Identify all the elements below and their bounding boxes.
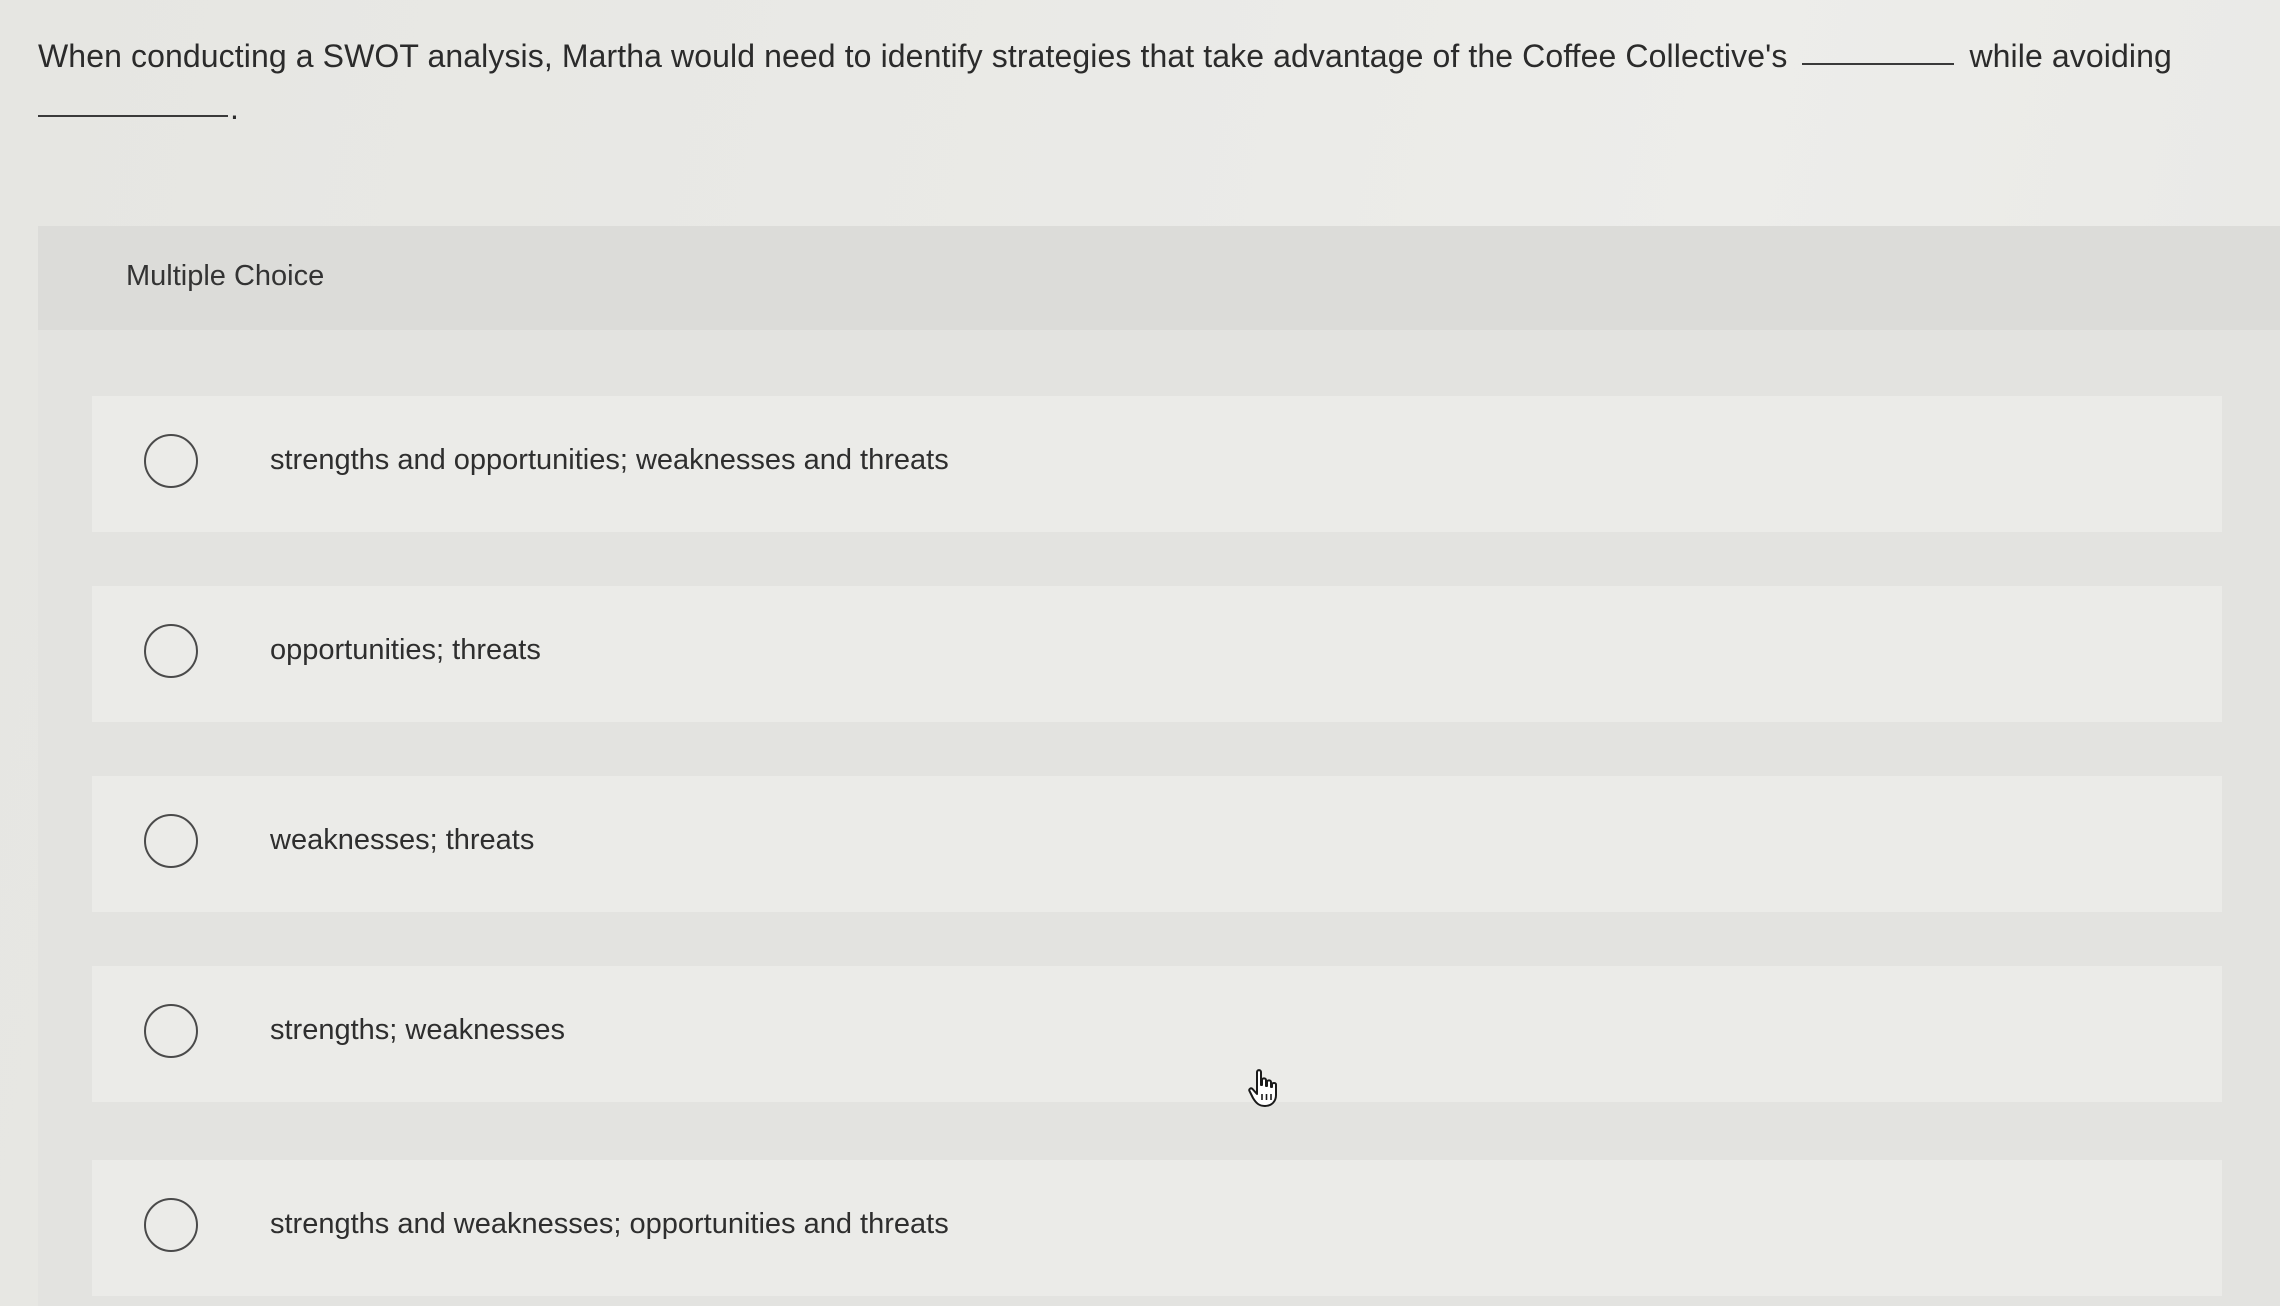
- multiple-choice-header: Multiple Choice: [38, 226, 2280, 330]
- answer-option-4[interactable]: strengths; weaknesses: [92, 966, 2222, 1102]
- multiple-choice-panel: Multiple Choice strengths and opportunit…: [38, 226, 2280, 1306]
- answer-blank-1: [1802, 62, 1955, 65]
- answer-option-1[interactable]: strengths and opportunities; weaknesses …: [92, 396, 2222, 532]
- answer-option-5[interactable]: strengths and weaknesses; opportunities …: [92, 1160, 2222, 1296]
- answer-option-label: opportunities; threats: [270, 634, 541, 666]
- answer-option-3[interactable]: weaknesses; threats: [92, 776, 2222, 912]
- radio-unselected-icon[interactable]: [144, 814, 198, 868]
- radio-unselected-icon[interactable]: [144, 624, 198, 678]
- hand-pointer-icon: [1248, 1069, 1277, 1107]
- question-part-1: When conducting a SWOT analysis, Martha …: [38, 38, 1788, 74]
- multiple-choice-title: Multiple Choice: [126, 260, 325, 292]
- radio-unselected-icon[interactable]: [144, 1198, 198, 1252]
- answer-option-label: strengths and opportunities; weaknesses …: [270, 444, 949, 476]
- question-text: When conducting a SWOT analysis, Martha …: [38, 30, 2238, 134]
- answer-option-label: strengths and weaknesses; opportunities …: [270, 1208, 949, 1240]
- answer-option-label: weaknesses; threats: [270, 824, 535, 856]
- radio-unselected-icon[interactable]: [144, 1004, 198, 1058]
- question-end-punctuation: .: [230, 90, 239, 126]
- question-part-2: while avoiding: [1969, 38, 2172, 74]
- radio-unselected-icon[interactable]: [144, 434, 198, 488]
- answer-option-label: strengths; weaknesses: [270, 1014, 565, 1046]
- answer-blank-2: [38, 114, 228, 117]
- answer-option-2[interactable]: opportunities; threats: [92, 586, 2222, 722]
